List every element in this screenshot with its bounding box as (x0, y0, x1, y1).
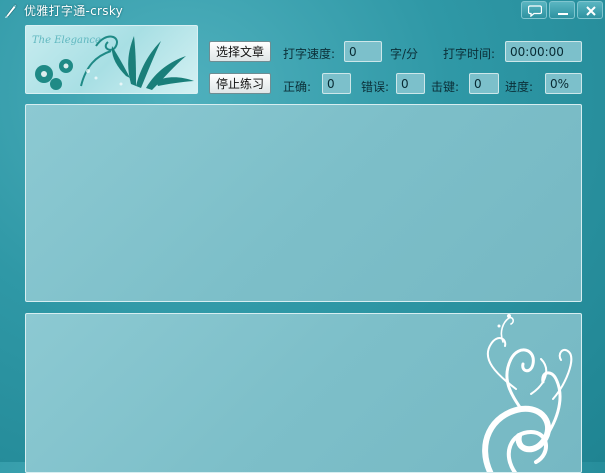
chat-button[interactable] (521, 1, 547, 19)
article-display-area[interactable] (25, 104, 582, 302)
speed-field: 0 (344, 41, 382, 62)
minimize-icon (558, 13, 568, 15)
minimize-button[interactable] (549, 1, 575, 19)
banner-image: The Elegance (25, 25, 198, 94)
close-button[interactable] (577, 1, 603, 19)
speed-label: 打字速度: (283, 47, 336, 61)
progress-label: 进度: (505, 80, 534, 94)
window-controls (519, 1, 603, 19)
stop-practice-button[interactable]: 停止练习 (209, 73, 271, 94)
keystroke-label: 击键: (431, 80, 460, 94)
select-article-button[interactable]: 选择文章 (209, 41, 271, 62)
error-label: 错误: (361, 80, 390, 94)
correct-label: 正确: (283, 80, 312, 94)
window-title: 优雅打字通-crsky (24, 4, 124, 18)
progress-field: 0% (545, 73, 582, 94)
time-field: 00:00:00 (505, 41, 582, 62)
correct-field: 0 (322, 73, 351, 94)
floral-decoration: The Elegance (32, 35, 194, 90)
error-field: 0 (396, 73, 425, 94)
time-label: 打字时间: (443, 47, 496, 61)
keystroke-field: 0 (469, 73, 499, 94)
speed-unit: 字/分 (390, 47, 419, 61)
banner-caption: The Elegance (32, 35, 101, 46)
typing-input-area[interactable] (25, 313, 582, 473)
swirl-decoration (482, 314, 573, 472)
title-bar: 优雅打字通-crsky (0, 0, 605, 22)
chat-icon (528, 5, 542, 17)
close-icon (586, 6, 596, 16)
pen-icon (5, 3, 18, 18)
